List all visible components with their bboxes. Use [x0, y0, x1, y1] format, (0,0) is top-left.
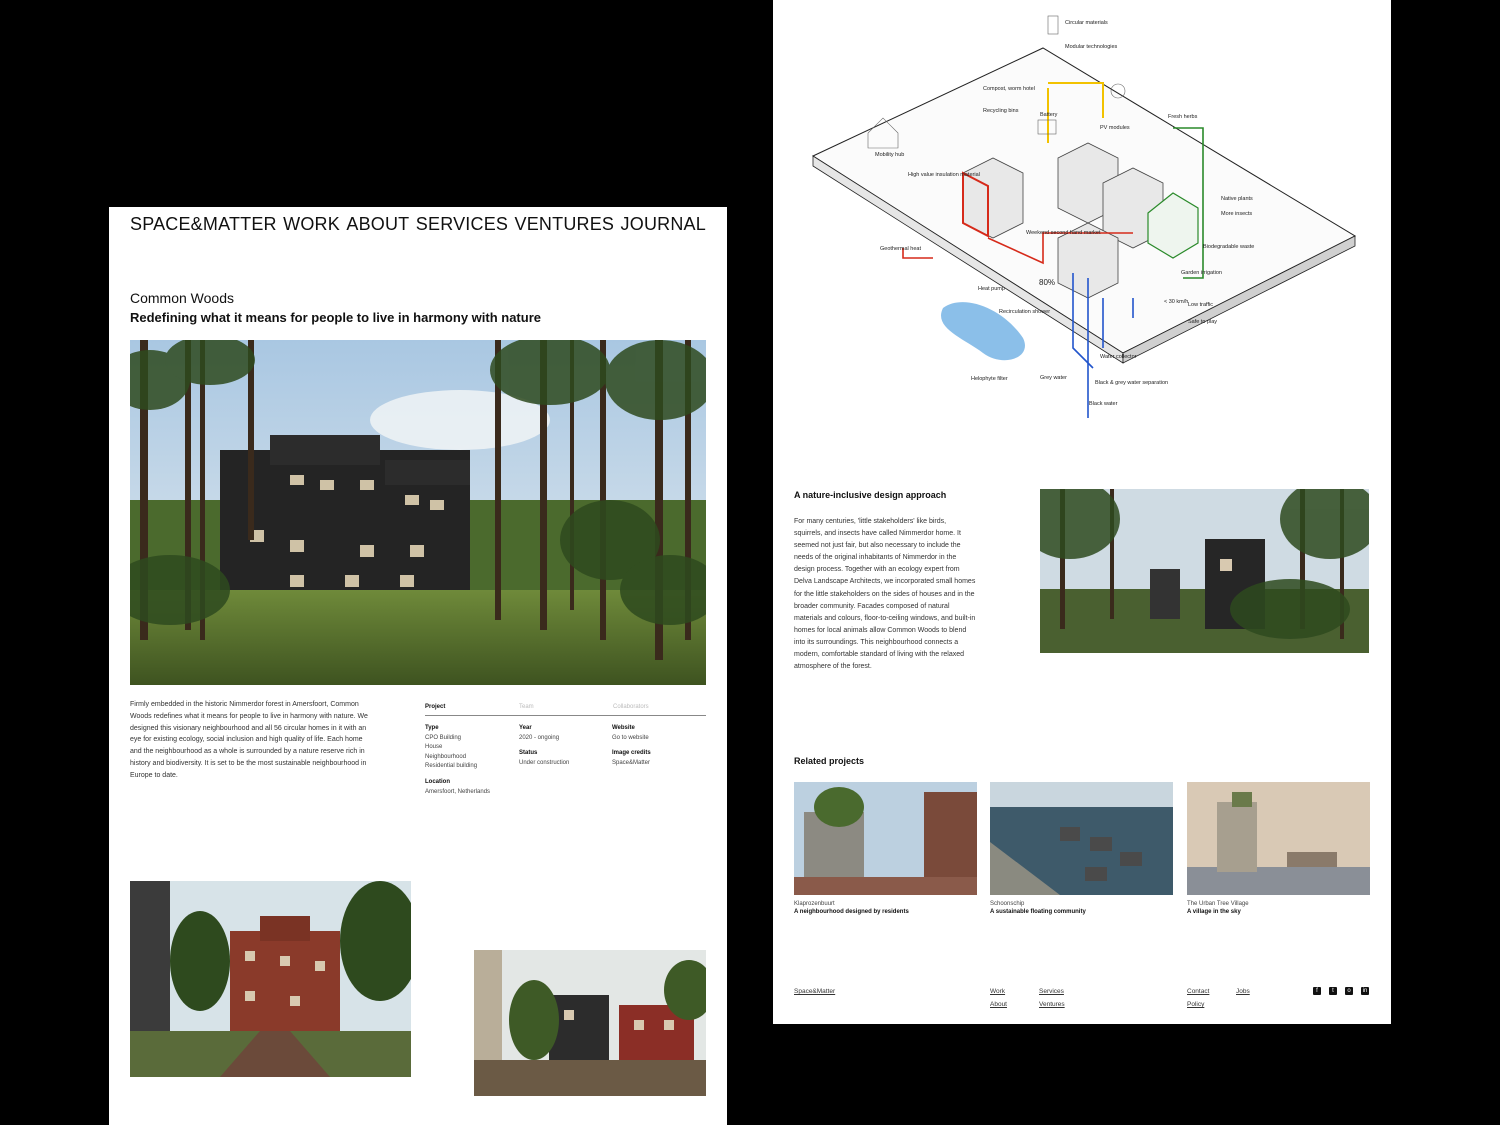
type-value: House — [425, 744, 443, 751]
year-value: 2020 - ongoing — [519, 734, 560, 741]
diagram-label: High value insulation material — [908, 172, 980, 178]
diagram-label: Safe to play — [1188, 319, 1217, 325]
diagram-label: Battery — [1040, 112, 1058, 118]
diagram-label: < 30 km/h — [1164, 299, 1188, 305]
diagram-label: Native plants — [1221, 196, 1253, 202]
diagram-label: Fresh herbs — [1168, 114, 1198, 120]
footer-link-ventures[interactable]: Ventures — [1039, 1001, 1065, 1008]
diagram-label: 80% — [1039, 278, 1055, 287]
diagram-label: PV modules — [1100, 125, 1130, 131]
diagram-label: Geothermal heat — [880, 246, 921, 252]
meta-col-3: Website Go to website Image credits Spac… — [612, 724, 651, 774]
diagram-label: Helophyte filter — [971, 376, 1008, 382]
facebook-icon[interactable]: f — [1313, 987, 1321, 995]
credits-value: Space&Matter — [612, 759, 651, 766]
project-title: Common Woods — [130, 290, 235, 306]
nav-item-work[interactable]: WORK — [283, 214, 340, 235]
diagram-label: Recirculation shower — [999, 309, 1050, 315]
diagram-label: Biodegradable waste — [1203, 244, 1254, 250]
related-card-tagline: A village in the sky — [1187, 909, 1241, 915]
related-card[interactable]: The Urban Tree Village A village in the … — [1187, 782, 1370, 915]
credits-label: Image credits — [612, 750, 651, 757]
status-label: Status — [519, 750, 538, 757]
hero-photo — [130, 340, 706, 685]
sustainability-diagram: Circular materials Modular technologies … — [811, 15, 1357, 418]
meta-tabs: Project Team Collaborators — [425, 703, 706, 716]
main-nav: SPACE&MATTER WORK ABOUT SERVICES VENTURE… — [130, 214, 706, 235]
type-value: CPO Building — [425, 734, 462, 741]
project-subtitle: Redefining what it means for people to l… — [130, 310, 541, 325]
approach-body: For many centuries, 'little stakeholders… — [794, 518, 976, 671]
footer-link-about[interactable]: About — [990, 1001, 1007, 1008]
location-label: Location — [425, 778, 450, 785]
tab-project[interactable]: Project — [425, 704, 445, 710]
website-link[interactable]: Go to website — [612, 734, 651, 744]
related-card-tagline: A neighbourhood designed by residents — [794, 909, 909, 915]
diagram-label: Compost, worm hotel — [983, 86, 1035, 92]
linkedin-icon[interactable]: in — [1361, 987, 1369, 995]
approach-photo — [1040, 489, 1369, 653]
related-title: Related projects — [794, 756, 865, 766]
tab-team[interactable]: Team — [519, 704, 534, 710]
tab-collaborators[interactable]: Collaborators — [613, 704, 649, 710]
social-links: f t o in — [1313, 987, 1369, 995]
related-card-image[interactable] — [794, 782, 977, 895]
related-card-tagline: A sustainable floating community — [990, 909, 1086, 915]
diagram-label: Black water — [1089, 401, 1118, 407]
diagram-label: Modular technologies — [1065, 44, 1118, 50]
type-label: Type — [425, 725, 439, 731]
footer-link-jobs[interactable]: Jobs — [1236, 988, 1250, 995]
type-value: Residential building — [425, 763, 478, 770]
diagram-label: Weekend second hand market — [1026, 230, 1101, 236]
footer-brand[interactable]: Space&Matter — [794, 988, 835, 995]
instagram-icon[interactable]: o — [1345, 987, 1353, 995]
approach-title: A nature-inclusive design approach — [794, 490, 947, 500]
related-card-image[interactable] — [990, 782, 1173, 895]
project-page-left: SPACE&MATTER WORK ABOUT SERVICES VENTURE… — [109, 207, 727, 1125]
footer-link-contact[interactable]: Contact — [1187, 988, 1209, 995]
brand-logo[interactable]: SPACE&MATTER — [130, 214, 277, 235]
nav-item-journal[interactable]: JOURNAL — [621, 214, 706, 235]
status-value: Under construction — [519, 759, 570, 766]
footer-link-services[interactable]: Services — [1039, 988, 1064, 995]
related-card-name: Klaprozenbuurt — [794, 901, 835, 907]
diagram-label: Water collector — [1100, 354, 1137, 360]
meta-col-2: Year 2020 - ongoing Status Under constru… — [519, 724, 569, 774]
year-label: Year — [519, 725, 532, 731]
twitter-icon[interactable]: t — [1329, 987, 1337, 995]
diagram-label: Mobility hub — [875, 152, 904, 158]
diagram-label: Low traffic — [1188, 302, 1213, 308]
type-value: Neighbourhood — [425, 753, 467, 760]
related-card-name: The Urban Tree Village — [1187, 901, 1249, 907]
diagram-label: Circular materials — [1065, 20, 1108, 26]
project-intro: Firmly embedded in the historic Nimmerdo… — [130, 701, 368, 779]
related-card-name: Schoonschip — [990, 901, 1025, 907]
related-card[interactable]: Klaprozenbuurt A neighbourhood designed … — [794, 782, 977, 915]
diagram-label: More insects — [1221, 211, 1252, 217]
diagram-label: Grey water — [1040, 375, 1067, 381]
meta-col-1: Type CPO Building House Neighbourhood Re… — [425, 724, 490, 803]
diagram-label: Black & grey water separation — [1095, 380, 1168, 386]
related-card[interactable]: Schoonschip A sustainable floating commu… — [990, 782, 1173, 915]
diagram-label: Heat pump — [978, 286, 1005, 292]
nav-item-services[interactable]: SERVICES — [416, 214, 508, 235]
footer-link-policy[interactable]: Policy — [1187, 1001, 1204, 1008]
related-card-image[interactable] — [1187, 782, 1370, 895]
location-value: Amersfoort, Netherlands — [425, 788, 491, 795]
nav-item-ventures[interactable]: VENTURES — [515, 214, 615, 235]
diagram-label: Garden irrigation — [1181, 270, 1222, 276]
gallery-photo-1 — [130, 881, 411, 1077]
diagram-label: Recycling bins — [983, 108, 1019, 114]
website-label: Website — [612, 725, 635, 731]
project-page-right: Circular materials Modular technologies … — [773, 0, 1391, 1024]
gallery-photo-2 — [474, 950, 706, 1096]
footer-link-work[interactable]: Work — [990, 988, 1005, 995]
nav-item-about[interactable]: ABOUT — [346, 214, 409, 235]
